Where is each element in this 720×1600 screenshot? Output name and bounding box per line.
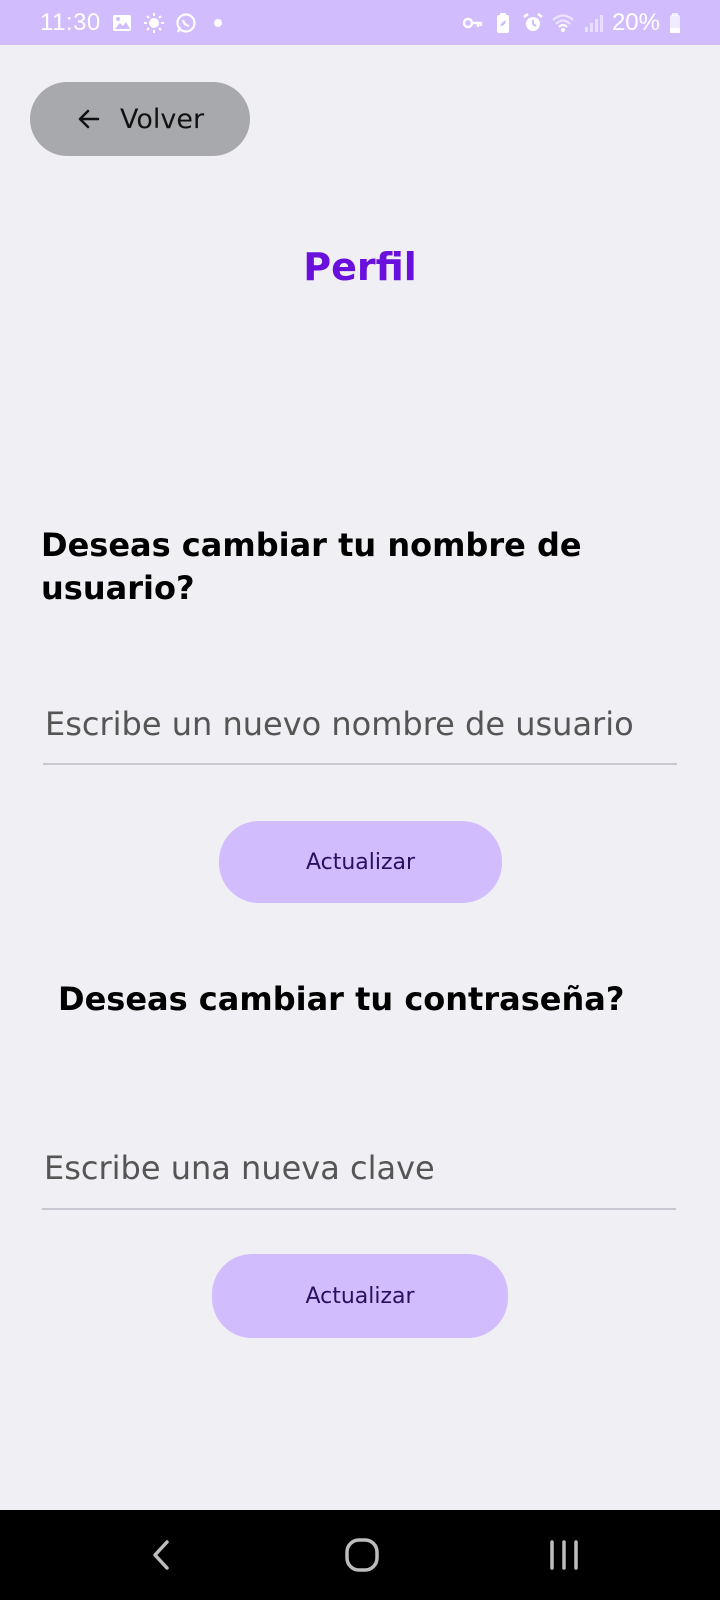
brightness-icon — [143, 12, 165, 34]
status-time: 11:30 — [40, 9, 101, 36]
back-icon — [149, 1538, 175, 1572]
recents-icon — [546, 1538, 582, 1572]
vpn-key-icon — [462, 12, 484, 34]
alarm-icon — [522, 12, 544, 34]
wifi-icon — [552, 12, 574, 34]
password-input[interactable] — [42, 1128, 676, 1210]
signal-icon — [582, 12, 604, 34]
page-title: Perfil — [303, 245, 417, 289]
update-password-button[interactable]: Actualizar — [212, 1254, 508, 1338]
navigation-bar — [0, 1510, 720, 1600]
status-left: 11:30 — [40, 7, 229, 39]
battery-saver-icon — [492, 12, 514, 34]
nav-home-button[interactable] — [332, 1530, 392, 1580]
back-button[interactable]: Volver — [30, 82, 250, 156]
update-username-button[interactable]: Actualizar — [219, 821, 502, 903]
arrow-left-icon — [76, 106, 102, 132]
battery-percent: 20% — [611, 9, 660, 36]
password-section-heading: Deseas cambiar tu contraseña? — [58, 980, 625, 1018]
status-bar: 11:30 20% — [0, 0, 720, 45]
status-right: 20% — [462, 7, 682, 39]
whatsapp-icon — [175, 12, 197, 34]
home-icon — [344, 1537, 380, 1573]
gallery-icon — [111, 12, 133, 34]
nav-back-button[interactable] — [132, 1530, 192, 1580]
battery-icon — [668, 12, 682, 34]
dot-icon — [207, 12, 229, 34]
username-input[interactable] — [43, 685, 677, 765]
back-button-label: Volver — [119, 103, 205, 135]
nav-recents-button[interactable] — [534, 1530, 594, 1580]
username-section-heading: Deseas cambiar tu nombre de usuario? — [41, 526, 582, 607]
